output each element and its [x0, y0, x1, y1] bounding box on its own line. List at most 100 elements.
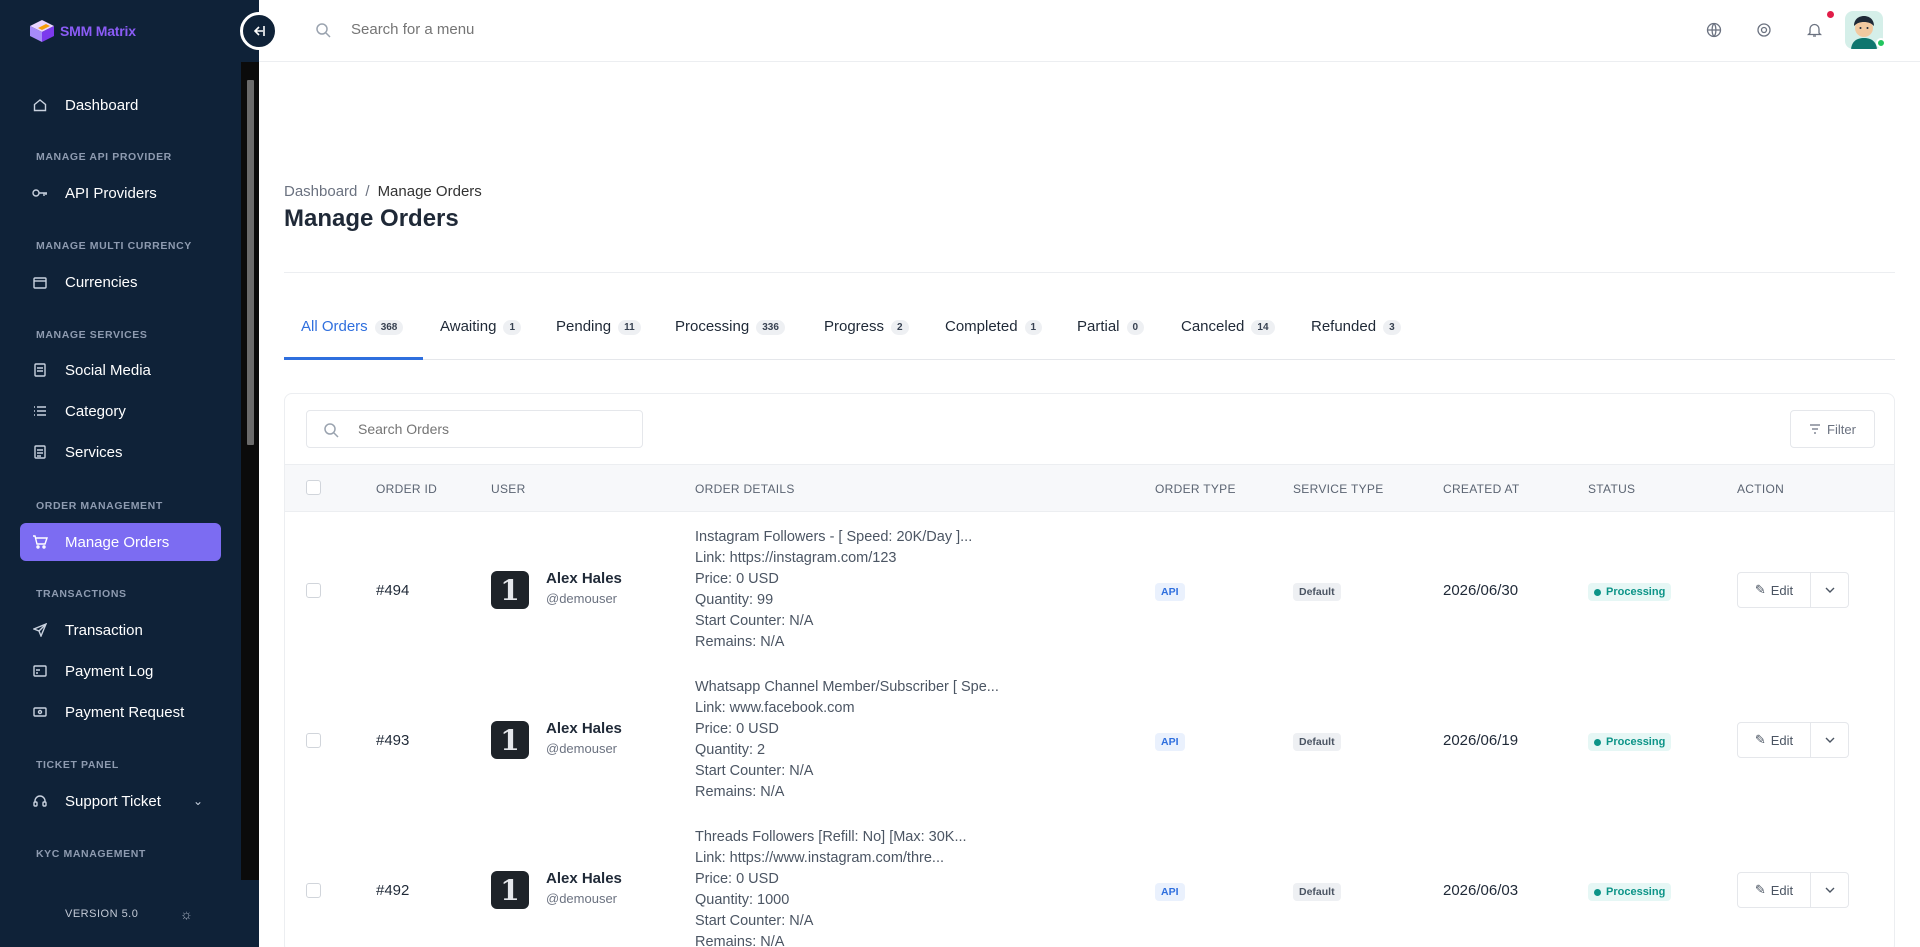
- tab-canceled[interactable]: Canceled 14: [1181, 306, 1275, 360]
- sidebar-item-transaction[interactable]: Transaction: [20, 611, 221, 649]
- bell-icon[interactable]: [1805, 21, 1823, 39]
- chevron-down-icon: ⌄: [192, 794, 203, 808]
- menu-search-input[interactable]: [351, 21, 751, 38]
- home-icon: [32, 97, 48, 113]
- edit-label: Edit: [1770, 882, 1794, 898]
- breadcrumb: Dashboard / Manage Orders: [284, 183, 482, 200]
- created-at: 2026/06/19: [1443, 732, 1519, 749]
- tab-partial[interactable]: Partial 0: [1077, 306, 1145, 360]
- sidebar-item-label: Transaction: [65, 621, 143, 639]
- tab-count-badge: 1: [1024, 320, 1043, 335]
- filter-icon: [1810, 424, 1821, 434]
- row-checkbox[interactable]: [306, 733, 321, 748]
- sidebar-item-label: Dashboard: [65, 96, 139, 114]
- online-status-dot: [1876, 38, 1886, 48]
- order-start-counter: Start Counter: N/A: [695, 763, 814, 779]
- order-search-input[interactable]: [358, 421, 618, 437]
- column-header-order-type[interactable]: ORDER TYPE: [1155, 482, 1236, 496]
- sidebar-item-payment-request[interactable]: Payment Request: [20, 693, 221, 731]
- user-handle: @demouser: [546, 591, 618, 606]
- row-actions-dropdown[interactable]: [1811, 872, 1849, 908]
- tab-refunded[interactable]: Refunded 3: [1311, 306, 1401, 360]
- row-actions-dropdown[interactable]: [1811, 572, 1849, 608]
- sidebar-item-support-ticket[interactable]: Support Ticket ⌄: [20, 782, 221, 820]
- column-header-service-type[interactable]: SERVICE TYPE: [1293, 482, 1384, 496]
- service-type-badge: Default: [1293, 733, 1341, 751]
- order-link: Link: www.facebook.com: [695, 700, 855, 716]
- headset-icon: [32, 793, 48, 809]
- sidebar-item-label: API Providers: [65, 184, 157, 202]
- row-actions-dropdown[interactable]: [1811, 722, 1849, 758]
- money-icon: [32, 704, 48, 720]
- tab-awaiting[interactable]: Awaiting 1: [440, 306, 521, 360]
- select-all-checkbox[interactable]: [306, 480, 321, 495]
- user-name[interactable]: Alex Hales: [546, 720, 622, 737]
- send-icon: [32, 622, 48, 638]
- column-header-created-at[interactable]: CREATED AT: [1443, 482, 1520, 496]
- column-header-status[interactable]: STATUS: [1588, 482, 1635, 496]
- order-id[interactable]: #493: [376, 732, 409, 749]
- collapse-sidebar-button[interactable]: [240, 12, 278, 50]
- order-link: Link: https://www.instagram.com/thre...: [695, 850, 945, 866]
- sidebar-item-social-media[interactable]: Social Media: [20, 351, 221, 389]
- sidebar-item-dashboard[interactable]: Dashboard: [20, 86, 221, 124]
- tab-count-badge: 0: [1126, 320, 1145, 335]
- created-at: 2026/06/30: [1443, 582, 1519, 599]
- section-order-management: ORDER MANAGEMENT: [36, 500, 163, 512]
- sidebar-scrollbar-thumb[interactable]: [247, 80, 254, 445]
- order-quantity: Quantity: 2: [695, 742, 766, 758]
- globe-icon[interactable]: [1705, 21, 1723, 39]
- sidebar-item-api-providers[interactable]: API Providers: [20, 174, 221, 212]
- breadcrumb-home-link[interactable]: Dashboard: [284, 183, 357, 200]
- pencil-icon: ✎: [1754, 582, 1766, 597]
- order-details: Instagram Followers - [ Speed: 20K/Day ]…: [695, 527, 972, 653]
- topbar: [259, 0, 1920, 62]
- gear-icon[interactable]: [1755, 21, 1773, 39]
- brand-logo[interactable]: SMM Matrix: [28, 18, 136, 44]
- tab-completed[interactable]: Completed 1: [945, 306, 1043, 360]
- user-avatar: 1: [491, 871, 529, 909]
- tab-count-badge: 368: [374, 320, 404, 335]
- pencil-icon: ✎: [1754, 882, 1766, 897]
- user-name[interactable]: Alex Hales: [546, 870, 622, 887]
- column-header-user[interactable]: USER: [491, 482, 526, 496]
- user-handle: @demouser: [546, 891, 618, 906]
- user-name[interactable]: Alex Hales: [546, 570, 622, 587]
- service-name: Instagram Followers - [ Speed: 20K/Day ]…: [695, 529, 973, 545]
- tab-count-badge: 1: [503, 320, 521, 335]
- sidebar-item-category[interactable]: Category: [20, 392, 221, 430]
- edit-button[interactable]: ✎ Edit: [1737, 722, 1811, 758]
- column-header-order-id[interactable]: ORDER ID: [376, 482, 437, 496]
- service-name: Whatsapp Channel Member/Subscriber [ Spe…: [695, 679, 999, 695]
- version-label: VERSION 5.0: [65, 907, 139, 920]
- row-checkbox[interactable]: [306, 883, 321, 898]
- edit-button[interactable]: ✎ Edit: [1737, 872, 1811, 908]
- sidebar-item-services[interactable]: Services: [20, 433, 221, 471]
- edit-button[interactable]: ✎ Edit: [1737, 572, 1811, 608]
- row-checkbox[interactable]: [306, 583, 321, 598]
- pencil-icon: ✎: [1754, 732, 1766, 747]
- tab-progress[interactable]: Progress 2: [824, 306, 909, 360]
- order-price: Price: 0 USD: [695, 871, 779, 887]
- order-id[interactable]: #492: [376, 882, 409, 899]
- tab-label: Canceled: [1181, 318, 1245, 335]
- column-header-action[interactable]: ACTION: [1737, 482, 1784, 496]
- user-avatar: 1: [491, 721, 529, 759]
- tab-label: Completed: [945, 318, 1018, 335]
- tab-processing[interactable]: Processing 336: [675, 306, 785, 360]
- order-id[interactable]: #494: [376, 582, 409, 599]
- tab-pending[interactable]: Pending 11: [556, 306, 641, 360]
- breadcrumb-separator: /: [365, 183, 370, 200]
- sidebar-item-currencies[interactable]: Currencies: [20, 263, 221, 301]
- tab-all-orders[interactable]: All Orders 368: [284, 306, 423, 360]
- sidebar-item-manage-orders[interactable]: Manage Orders: [20, 523, 221, 561]
- filter-button[interactable]: Filter: [1790, 410, 1875, 448]
- sun-icon[interactable]: ☼: [180, 906, 193, 922]
- column-header-order-details[interactable]: ORDER DETAILS: [695, 482, 795, 496]
- sidebar-nav: Dashboard MANAGE API PROVIDER API Provid…: [0, 62, 259, 880]
- edit-label: Edit: [1770, 732, 1794, 748]
- tab-count-badge: 336: [756, 320, 785, 335]
- chevron-down-icon: [1825, 587, 1834, 593]
- sidebar-item-payment-log[interactable]: Payment Log: [20, 652, 221, 690]
- table-header: ORDER ID USER ORDER DETAILS ORDER TYPE S…: [285, 464, 1894, 512]
